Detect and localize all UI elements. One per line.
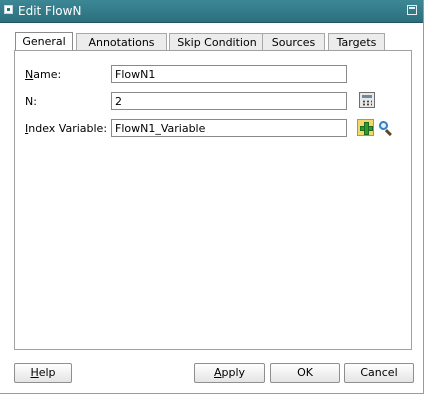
- general-panel: Name: N: Index Variable:: [14, 50, 412, 350]
- add-icon[interactable]: [357, 119, 374, 136]
- apply-button[interactable]: Apply: [194, 363, 265, 383]
- help-label: elp: [38, 366, 56, 379]
- apply-mnemonic: A: [213, 366, 222, 379]
- index-variable-label-text: ndex Variable:: [28, 122, 108, 135]
- edit-flown-dialog: Edit FlowN General Annotations Skip Cond…: [0, 0, 424, 394]
- n-label: N:: [25, 95, 37, 108]
- name-label: Name:: [25, 68, 61, 81]
- add-icon-bar-vertical: [364, 122, 369, 135]
- window-icon: [4, 5, 13, 14]
- tab-sources[interactable]: Sources: [262, 33, 325, 50]
- maximize-icon[interactable]: [407, 5, 417, 15]
- n-field[interactable]: [111, 92, 347, 110]
- help-button[interactable]: Help: [14, 363, 72, 383]
- name-field[interactable]: [111, 65, 347, 83]
- apply-label: pply: [221, 366, 246, 379]
- calculator-keys: [362, 100, 372, 106]
- tab-general[interactable]: General: [15, 32, 73, 51]
- index-variable-label: Index Variable:: [25, 122, 107, 135]
- name-label-text: ame:: [33, 68, 62, 81]
- help-mnemonic: H: [30, 366, 39, 379]
- index-variable-field[interactable]: [111, 119, 347, 137]
- ok-button[interactable]: OK: [270, 363, 340, 383]
- window-title: Edit FlowN: [18, 4, 82, 18]
- title-bar[interactable]: Edit FlowN: [0, 0, 423, 23]
- cancel-button[interactable]: Cancel: [344, 363, 414, 383]
- tab-annotations[interactable]: Annotations: [76, 33, 167, 50]
- calculator-icon[interactable]: [359, 92, 375, 108]
- search-icon-handle: [384, 129, 392, 137]
- tab-targets[interactable]: Targets: [328, 33, 385, 50]
- name-label-mnemonic: N: [25, 68, 34, 81]
- search-icon[interactable]: [378, 120, 394, 137]
- tab-skip-condition[interactable]: Skip Condition: [169, 33, 265, 50]
- calculator-screen: [362, 95, 372, 98]
